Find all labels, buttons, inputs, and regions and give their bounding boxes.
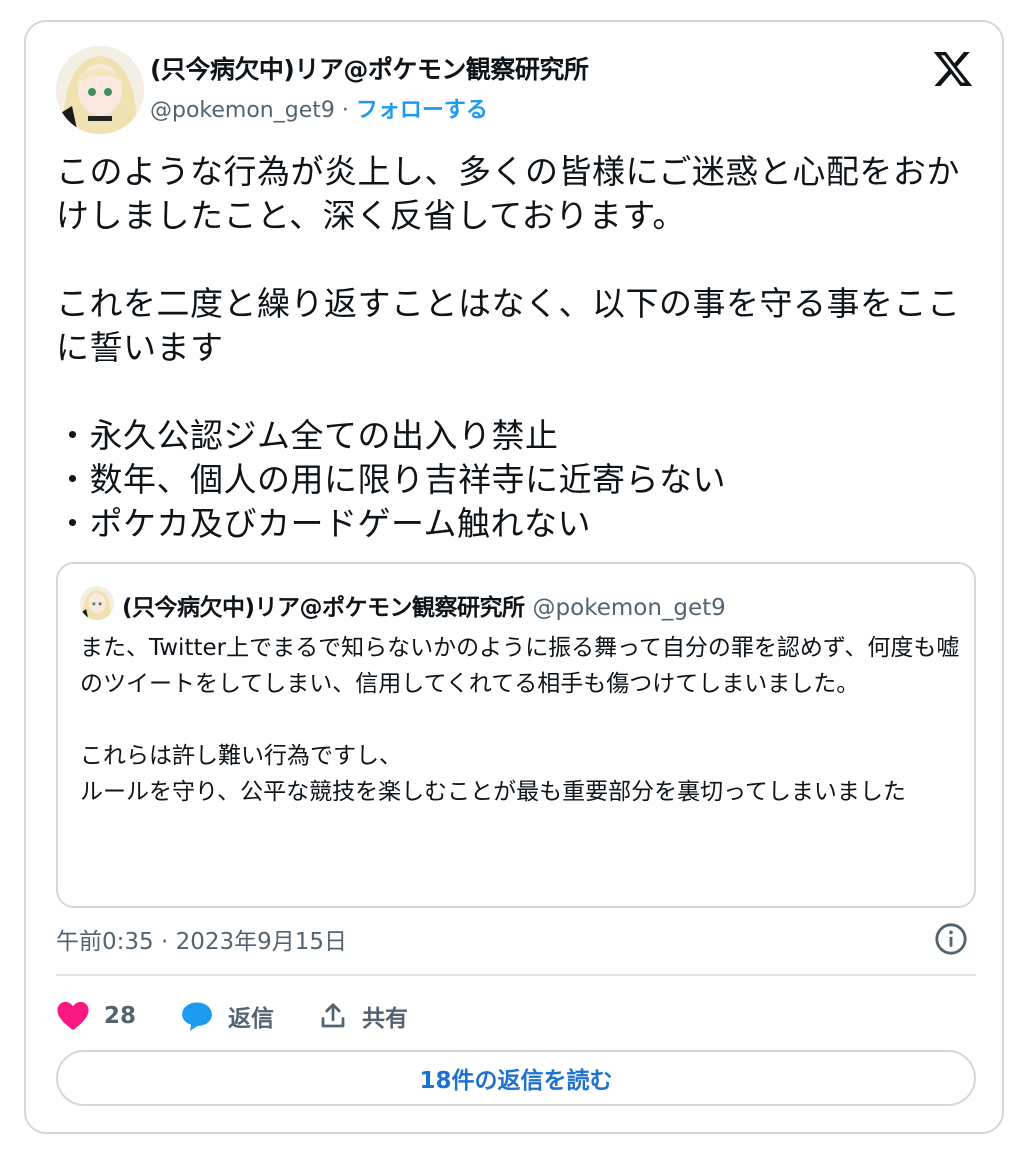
like-count: 28: [104, 1003, 137, 1029]
share-upload-icon: [321, 1003, 345, 1028]
tweet-embed-card: (只今病欠中)リア@ポケモン観察研究所 @pokemon_get9 · フォロー…: [24, 20, 1004, 1134]
heart-icon: [57, 1001, 89, 1031]
like-button[interactable]: 28: [56, 1000, 136, 1032]
quoted-tweet[interactable]: (只今病欠中)リア@ポケモン観察研究所 @pokemon_get9 また、Twit…: [56, 562, 976, 908]
separator-dot: ·: [341, 98, 349, 123]
follow-button[interactable]: フォローする: [356, 98, 488, 123]
quoted-avatar-image: [80, 586, 114, 620]
quoted-author-name: (只今病欠中)リア@ポケモン観察研究所: [122, 595, 525, 621]
read-replies-button[interactable]: 18件の返信を読む: [56, 1050, 976, 1106]
reply-label: 返信: [228, 1006, 275, 1032]
quoted-avatar: [80, 586, 114, 620]
x-logo-icon[interactable]: [932, 48, 974, 90]
speech-bubble-icon: [182, 1002, 212, 1031]
info-icon[interactable]: [934, 922, 968, 956]
quoted-header: (只今病欠中)リア@ポケモン観察研究所 @pokemon_get9: [122, 588, 726, 622]
author-handle-row: @pokemon_get9 · フォローする: [150, 92, 488, 124]
avatar[interactable]: [56, 46, 144, 134]
share-button[interactable]: 共有: [318, 999, 408, 1033]
author-handle[interactable]: @pokemon_get9: [150, 98, 335, 123]
quoted-tweet-text: また、Twitter上でまるで知らないかのように振る舞って自分の罪を認めず、何度…: [80, 635, 960, 805]
quoted-author-handle: @pokemon_get9: [532, 595, 726, 621]
action-bar: 28 返信 共有: [56, 994, 452, 1038]
share-label: 共有: [362, 1006, 409, 1032]
avatar-image: [56, 46, 144, 134]
divider: [56, 974, 976, 976]
author-name[interactable]: (只今病欠中)リア@ポケモン観察研究所: [150, 50, 589, 86]
tweet-text: このような行為が炎上し、多くの皆様にご迷惑と心配をおかけしましたこと、深く反省し…: [56, 152, 961, 543]
tweet-timestamp[interactable]: 午前0:35 · 2023年9月15日: [56, 922, 347, 956]
reply-button[interactable]: 返信: [180, 999, 274, 1033]
